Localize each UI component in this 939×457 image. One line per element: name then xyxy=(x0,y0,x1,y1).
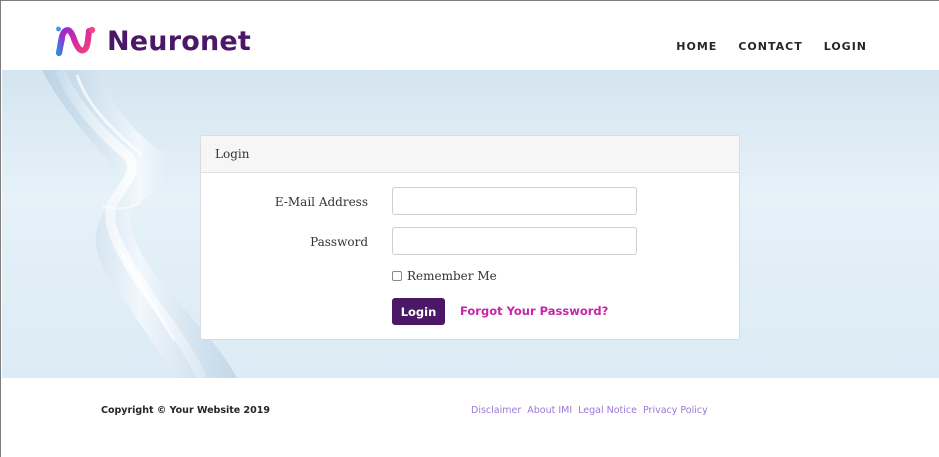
nav-login[interactable]: LOGIN xyxy=(824,40,867,53)
logo[interactable]: Neuronet xyxy=(55,25,251,57)
login-card-title: Login xyxy=(201,136,739,173)
login-button[interactable]: Login xyxy=(392,298,445,325)
footer-link-legal[interactable]: Legal Notice xyxy=(578,405,637,416)
footer-link-privacy[interactable]: Privacy Policy xyxy=(643,405,708,416)
password-label: Password xyxy=(310,235,368,249)
page: Neuronet HOME CONTACT LOGIN Login E-Mail… xyxy=(0,0,939,457)
site-header: Neuronet HOME CONTACT LOGIN xyxy=(1,1,939,70)
nav-contact[interactable]: CONTACT xyxy=(738,40,802,53)
footer-link-disclaimer[interactable]: Disclaimer xyxy=(471,405,521,416)
nav-home[interactable]: HOME xyxy=(676,40,717,53)
remember-me-label: Remember Me xyxy=(407,269,497,283)
email-label: E-Mail Address xyxy=(274,195,368,209)
login-card: Login E-Mail Address Password Remember M… xyxy=(200,135,740,340)
footer-links: Disclaimer About IMI Legal Notice Privac… xyxy=(471,405,708,416)
site-footer: Copyright © Your Website 2019 Disclaimer… xyxy=(2,378,939,457)
main-nav: HOME CONTACT LOGIN xyxy=(676,40,867,53)
email-field[interactable] xyxy=(392,187,637,215)
forgot-password-link[interactable]: Forgot Your Password? xyxy=(460,304,608,318)
checkbox-icon[interactable] xyxy=(392,271,402,281)
footer-link-about[interactable]: About IMI xyxy=(527,405,572,416)
neuronet-logo-icon xyxy=(56,26,96,56)
copyright-text: Copyright © Your Website 2019 xyxy=(101,405,270,416)
hero-background: Login E-Mail Address Password Remember M… xyxy=(2,70,939,378)
remember-me-checkbox[interactable]: Remember Me xyxy=(392,269,497,283)
password-field[interactable] xyxy=(392,227,637,255)
brand-name: Neuronet xyxy=(107,25,252,57)
